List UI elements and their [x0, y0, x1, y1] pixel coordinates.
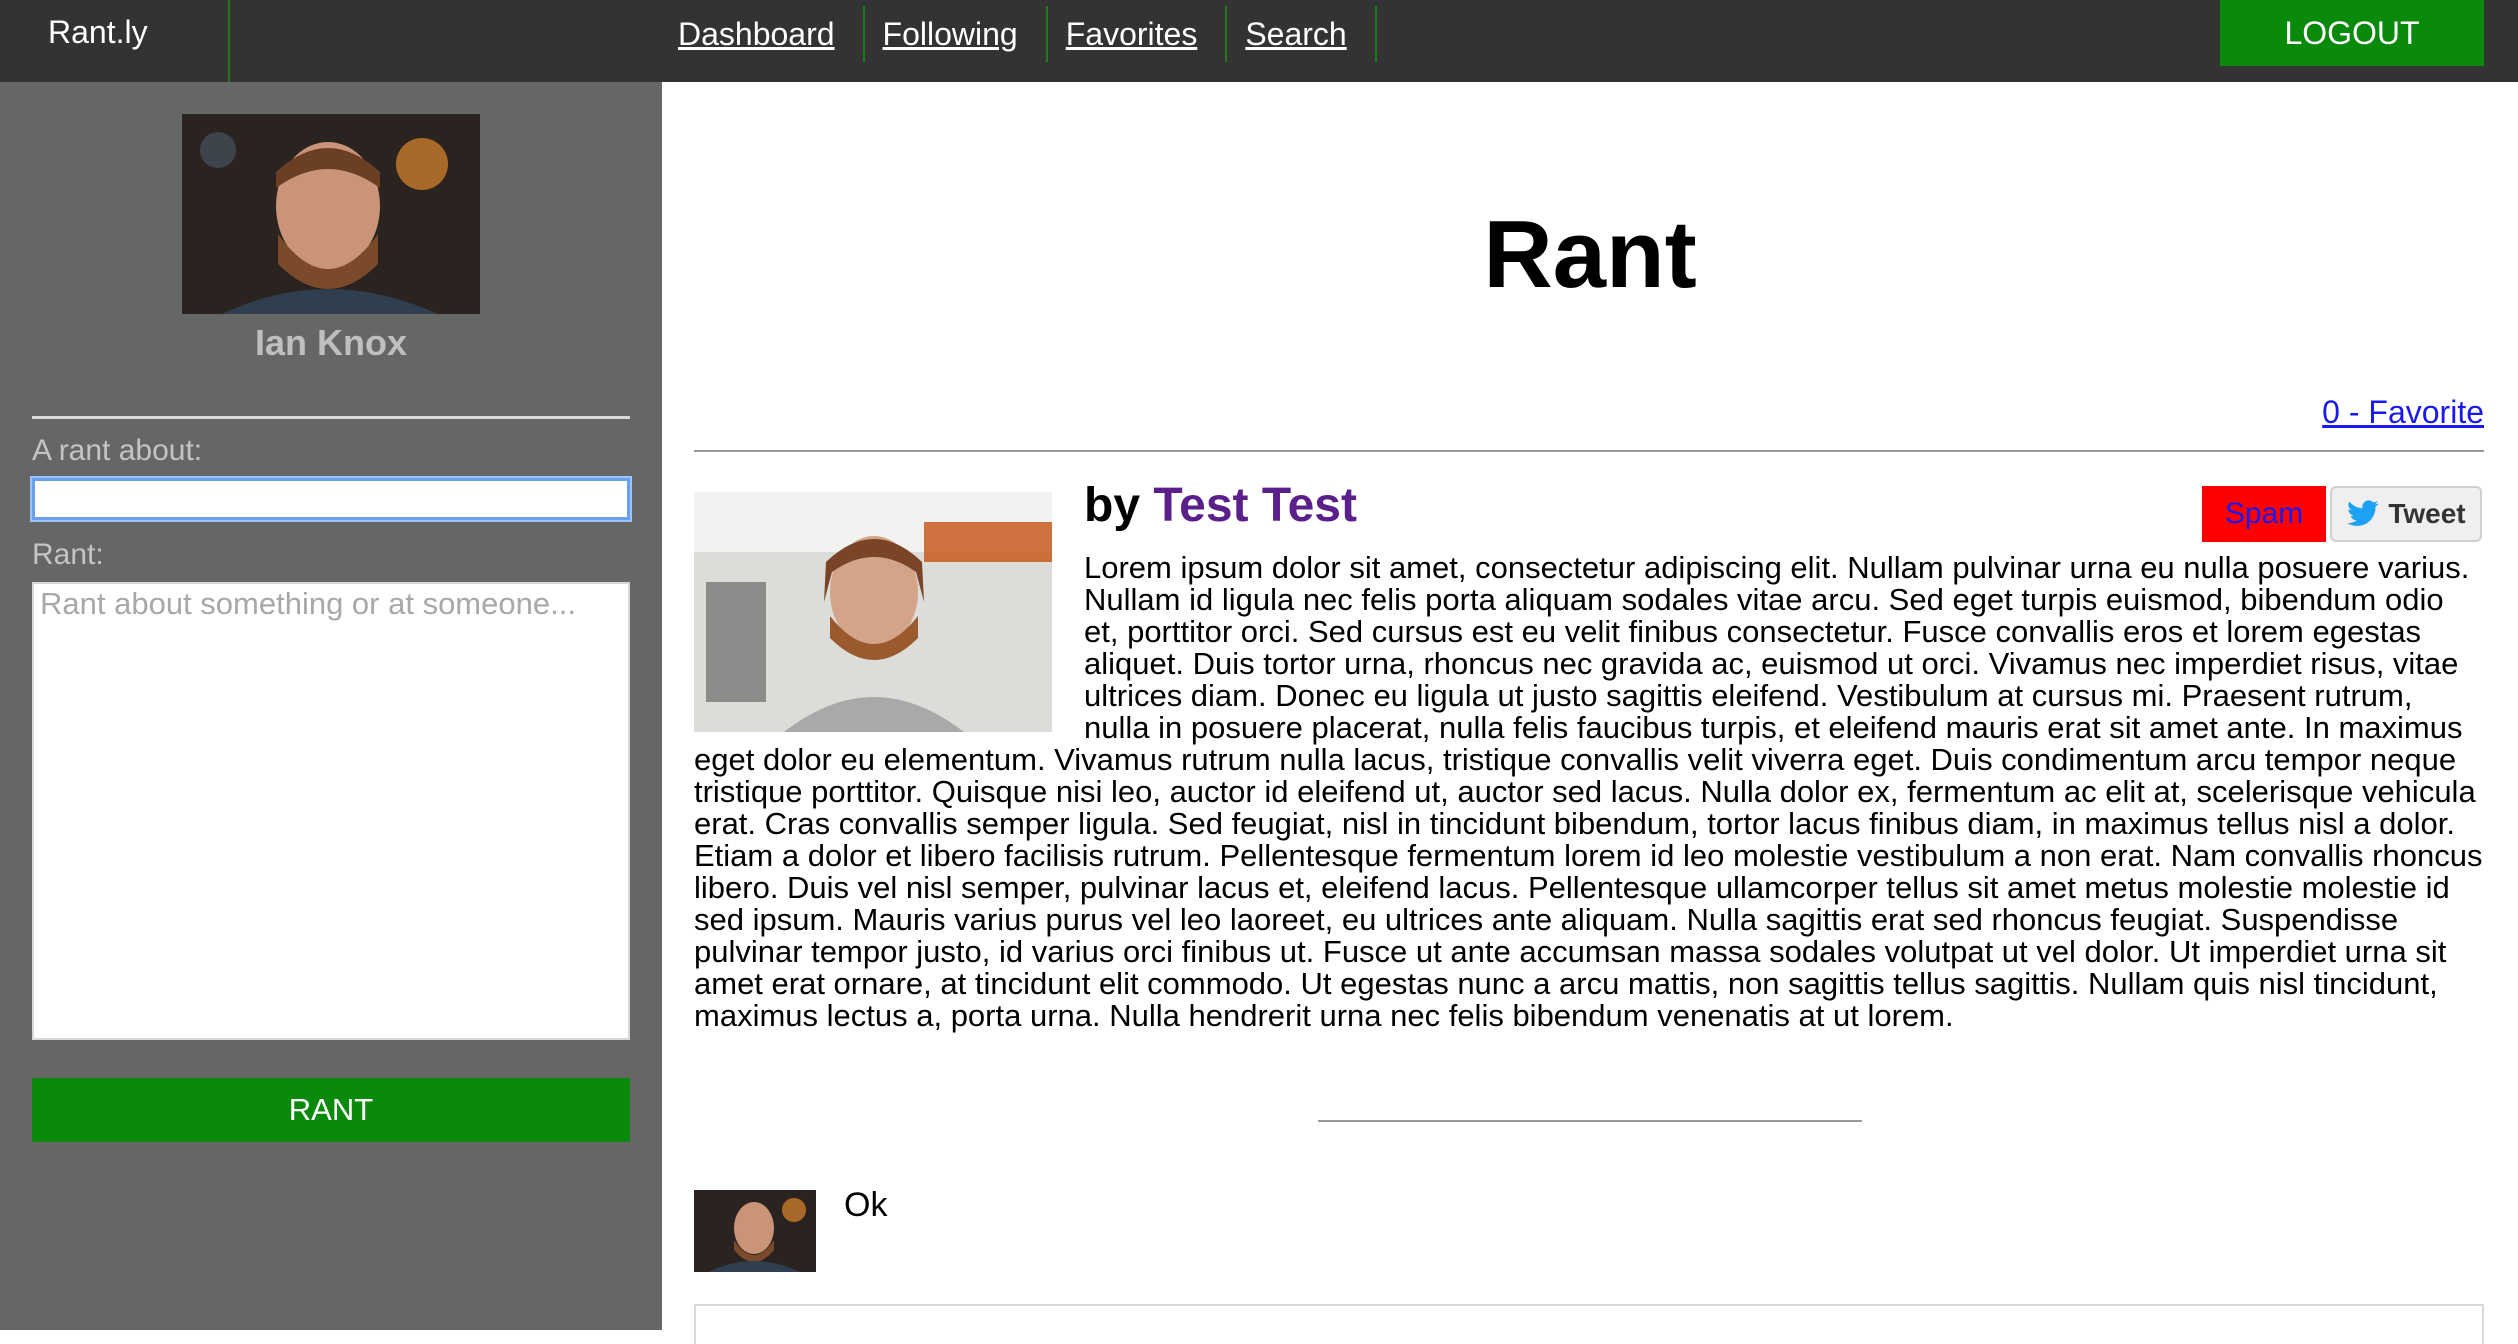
main-nav: Dashboard Following Favorites Search [660, 0, 1377, 62]
rant-about-label: A rant about: [32, 434, 203, 467]
rant-body-label: Rant: [32, 538, 104, 571]
sidebar-divider [32, 416, 630, 419]
main-content: Rant 0 - Favorite by Test Test Spam Twee… [662, 82, 2518, 1344]
nav-link-search[interactable]: Search [1245, 16, 1346, 53]
nav-item-dashboard: Dashboard [660, 6, 865, 62]
rant-textarea[interactable] [32, 582, 630, 1040]
user-avatar-image [182, 114, 480, 314]
sidebar: Ian Knox A rant about: Rant: RANT [0, 82, 662, 1330]
nav-link-favorites[interactable]: Favorites [1066, 16, 1198, 53]
top-navbar: Rant.ly Dashboard Following Favorites Se… [0, 0, 2518, 82]
post-byline: by Test Test [1084, 478, 1357, 533]
rant-submit-button[interactable]: RANT [32, 1078, 630, 1142]
comment-input-box[interactable] [694, 1304, 2484, 1344]
tweet-label: Tweet [2388, 498, 2466, 529]
user-name: Ian Knox [254, 322, 407, 363]
nav-link-following[interactable]: Following [883, 16, 1018, 53]
user-avatar [182, 114, 480, 314]
post-body-wrapper: Lorem ipsum dolor sit amet, consectetur … [694, 552, 2484, 1032]
favorite-link[interactable]: 0 - Favorite [2322, 394, 2484, 431]
post-photo-spacer [694, 552, 1084, 742]
comment-avatar [694, 1190, 816, 1272]
brand-logo[interactable]: Rant.ly [0, 0, 230, 82]
nav-item-favorites: Favorites [1048, 6, 1228, 62]
post-author-link[interactable]: Test Test [1153, 479, 1357, 532]
comments-divider [1318, 1120, 1862, 1122]
rant-about-input[interactable] [30, 476, 632, 522]
spam-button[interactable]: Spam [2202, 486, 2326, 542]
logout-button[interactable]: LOGOUT [2220, 0, 2484, 66]
twitter-bird-icon [2347, 500, 2380, 526]
comment-text: Ok [844, 1186, 888, 1224]
nav-item-following: Following [865, 6, 1048, 62]
nav-link-dashboard[interactable]: Dashboard [678, 16, 835, 53]
main-divider [694, 450, 2484, 452]
post-by-prefix: by [1084, 479, 1141, 532]
page-title: Rant [1483, 201, 1697, 308]
nav-item-search: Search [1227, 6, 1377, 62]
comment-avatar-image [694, 1190, 816, 1272]
tweet-button[interactable]: Tweet [2330, 486, 2482, 542]
